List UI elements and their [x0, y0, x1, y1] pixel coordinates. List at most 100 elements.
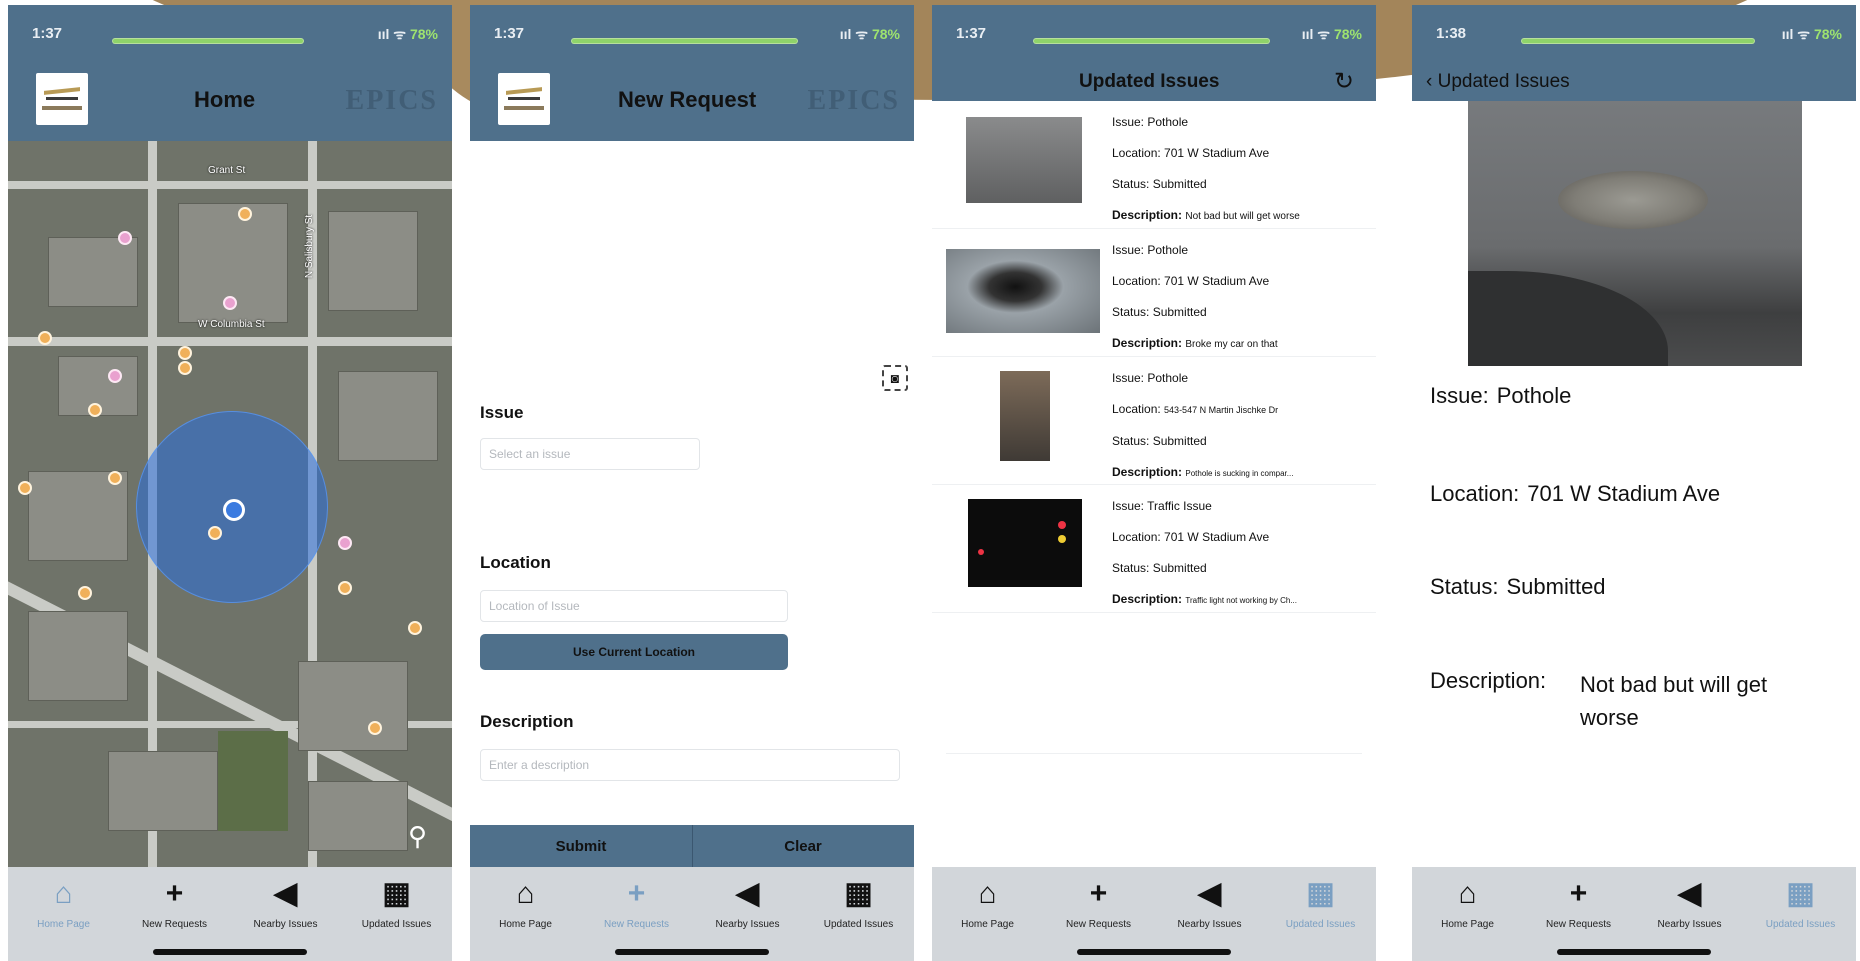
map-poi[interactable] — [208, 526, 222, 540]
status-bar: 1:38 ııl ᯤ 78% — [1412, 5, 1856, 65]
map-poi[interactable] — [38, 331, 52, 345]
refresh-icon[interactable]: ↻ — [1334, 67, 1354, 96]
issue-summary: Issue: Pothole Location: 543-547 N Marti… — [1112, 371, 1294, 479]
loading-progress — [1034, 39, 1269, 43]
location-label: Location — [480, 553, 551, 572]
issue-thumbnail — [968, 499, 1082, 587]
map-poi[interactable] — [178, 346, 192, 360]
calculator-icon: ▦ — [382, 877, 411, 910]
street-label: Grant St — [208, 165, 246, 176]
home-indicator — [153, 949, 307, 955]
tab-new-requests[interactable]: + New Requests — [119, 877, 230, 930]
map-building — [298, 661, 408, 751]
use-current-location-button[interactable]: Use Current Location — [480, 634, 788, 670]
issue-thumbnail — [1000, 371, 1050, 461]
map-poi[interactable] — [223, 296, 237, 310]
map-settings-icon[interactable]: ⚲ — [408, 821, 427, 852]
issue-row[interactable]: Issue: Pothole Location: 701 W Stadium A… — [932, 229, 1376, 357]
tab-home-page[interactable]: ⌂ Home Page — [1412, 877, 1523, 930]
map-poi[interactable] — [118, 231, 132, 245]
issue-thumbnail — [966, 117, 1082, 203]
location-arrow-icon: ◀ — [1677, 877, 1702, 910]
map-road — [8, 181, 452, 189]
phone-home: 1:37 ııl ᯤ 78% Home EPICS Grant St W Col… — [8, 5, 452, 961]
page-title: Home — [194, 87, 256, 112]
tab-nearby-issues[interactable]: ◀ Nearby Issues — [1154, 877, 1265, 930]
app-header: Home EPICS — [8, 65, 452, 141]
detail-status: Status: Submitted — [1430, 574, 1606, 599]
phone-new-request: 1:37 ııl ᯤ 78% New Request EPICS ◙ Issue… — [470, 5, 914, 961]
issue-row[interactable]: Issue: Pothole Location: 701 W Stadium A… — [932, 101, 1376, 229]
tab-home-page[interactable]: ⌂ Home Page — [470, 877, 581, 930]
app-logo — [36, 73, 88, 125]
calculator-icon: ▦ — [1786, 877, 1815, 910]
map-poi[interactable] — [408, 621, 422, 635]
calculator-icon: ▦ — [1306, 877, 1335, 910]
app-logo — [498, 73, 550, 125]
map-park — [218, 731, 288, 831]
tab-nearby-issues[interactable]: ◀ Nearby Issues — [692, 877, 803, 930]
map-poi[interactable] — [78, 586, 92, 600]
tab-new-requests[interactable]: + New Requests — [1523, 877, 1634, 930]
map-poi[interactable] — [108, 369, 122, 383]
issue-row[interactable]: Issue: Traffic Issue Location: 701 W Sta… — [932, 485, 1376, 613]
tab-new-requests[interactable]: + New Requests — [1043, 877, 1154, 930]
epics-logo: EPICS — [807, 85, 900, 116]
home-indicator — [1077, 949, 1231, 955]
status-time: 1:37 — [32, 25, 63, 42]
map-poi[interactable] — [88, 403, 102, 417]
epics-logo: EPICS — [345, 85, 438, 116]
location-arrow-icon: ◀ — [1197, 877, 1222, 910]
issue-label: Issue — [480, 403, 524, 422]
map-poi[interactable] — [338, 581, 352, 595]
map-poi[interactable] — [338, 536, 352, 550]
clear-button[interactable]: Clear — [692, 825, 914, 867]
map-road — [8, 337, 452, 346]
status-bar: 1:37 ııl ᯤ 78% — [8, 5, 452, 65]
map-poi[interactable] — [238, 207, 252, 221]
tab-updated-issues[interactable]: ▦ Updated Issues — [341, 877, 452, 930]
map-building — [328, 211, 418, 311]
tab-bar: ⌂ Home Page + New Requests ◀ Nearby Issues … — [470, 867, 914, 961]
map-poi[interactable] — [368, 721, 382, 735]
description-label: Description — [480, 712, 574, 731]
tab-new-requests[interactable]: + New Requests — [581, 877, 692, 930]
map-poi[interactable] — [108, 471, 122, 485]
app-header: Updated Issues ↻ — [932, 65, 1376, 101]
current-location-dot — [223, 499, 245, 521]
page-title: New Request — [618, 87, 757, 112]
map-poi[interactable] — [178, 361, 192, 375]
issue-row[interactable]: Issue: Pothole Location: 543-547 N Marti… — [932, 357, 1376, 485]
tab-home-page[interactable]: ⌂ Home Page — [8, 877, 119, 930]
app-header: ‹ Updated Issues — [1412, 65, 1856, 101]
detail-location: Location: 701 W Stadium Ave — [1430, 481, 1721, 506]
house-icon: ⌂ — [516, 877, 535, 910]
tab-updated-issues[interactable]: ▦ Updated Issues — [1745, 877, 1856, 930]
location-arrow-icon: ◀ — [273, 877, 298, 910]
tab-updated-issues[interactable]: ▦ Updated Issues — [803, 877, 914, 930]
description-input[interactable] — [480, 749, 900, 781]
tab-home-page[interactable]: ⌂ Home Page — [932, 877, 1043, 930]
house-icon: ⌂ — [978, 877, 997, 910]
tab-nearby-issues[interactable]: ◀ Nearby Issues — [1634, 877, 1745, 930]
issue-summary: Issue: Pothole Location: 701 W Stadium A… — [1112, 115, 1300, 222]
detail-description-label: Description: — [1430, 668, 1547, 693]
tab-updated-issues[interactable]: ▦ Updated Issues — [1265, 877, 1376, 930]
map-poi[interactable] — [18, 481, 32, 495]
location-input[interactable] — [480, 590, 788, 622]
camera-upload-icon[interactable]: ◙ — [882, 365, 908, 391]
loading-progress — [1522, 39, 1754, 43]
house-icon: ⌂ — [54, 877, 73, 910]
issue-thumbnail — [946, 249, 1100, 333]
issue-summary: Issue: Traffic Issue Location: 701 W Sta… — [1112, 499, 1297, 606]
pothole-image — [1558, 171, 1708, 229]
back-button[interactable]: ‹ Updated Issues — [1426, 71, 1570, 93]
issue-select[interactable] — [480, 438, 700, 470]
form-action-bar: Submit Clear — [470, 825, 914, 867]
map-view[interactable]: Grant St W Columbia St N Salisbury St ⚲ — [8, 141, 452, 867]
calculator-icon: ▦ — [844, 877, 873, 910]
street-label: W Columbia St — [198, 319, 265, 330]
status-signal: ııl ᯤ 78% — [1301, 26, 1362, 42]
tab-nearby-issues[interactable]: ◀ Nearby Issues — [230, 877, 341, 930]
submit-button[interactable]: Submit — [470, 825, 692, 867]
